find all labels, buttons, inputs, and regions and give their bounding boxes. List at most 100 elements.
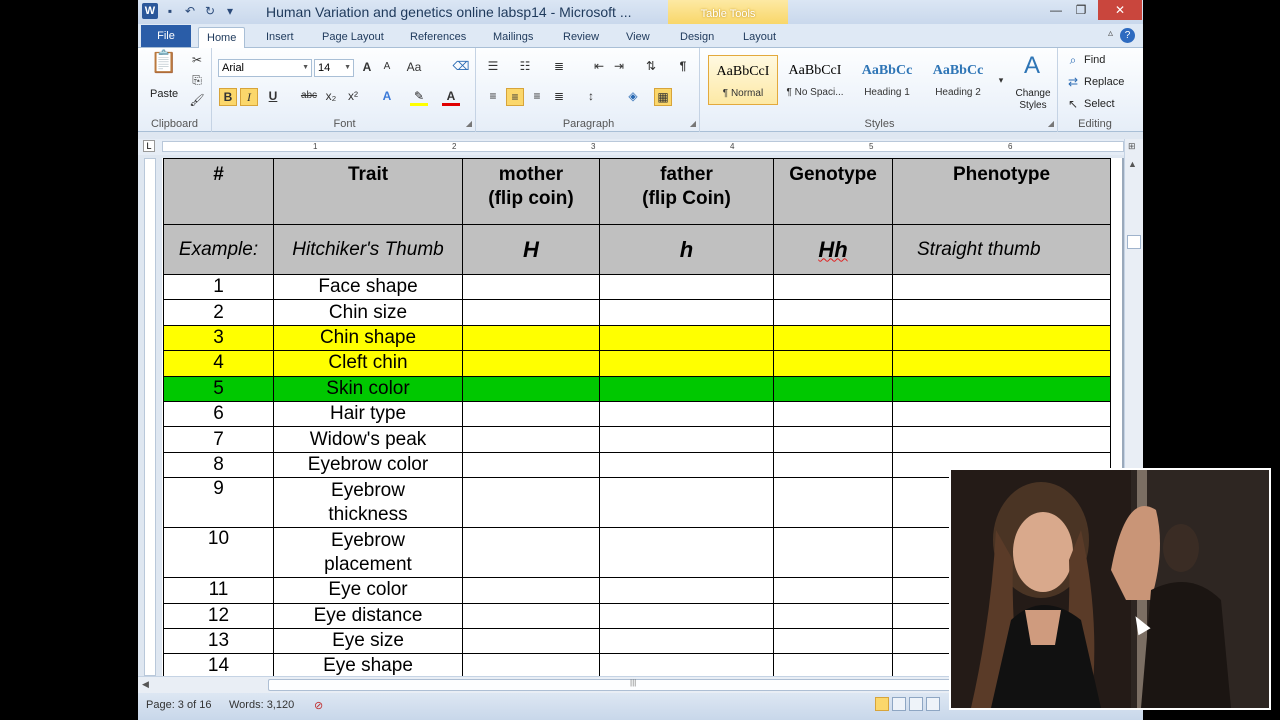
trait-cell[interactable]: Eyebrow color <box>273 451 463 479</box>
grow-font-icon[interactable]: A <box>358 59 376 77</box>
style-normal[interactable]: AaBbCcI ¶ Normal <box>708 55 778 105</box>
align-right-icon[interactable]: ≡ <box>528 88 546 106</box>
entry-cell[interactable] <box>599 477 774 529</box>
styles-more-icon[interactable]: ▾ <box>992 72 1010 90</box>
word-app-icon[interactable]: W <box>142 3 158 19</box>
entry-cell[interactable] <box>599 375 774 402</box>
entry-cell[interactable] <box>892 350 1111 377</box>
entry-cell[interactable] <box>773 527 893 579</box>
tab-review[interactable]: Review <box>555 27 607 48</box>
entry-cell[interactable] <box>462 627 600 655</box>
entry-cell[interactable] <box>462 527 600 579</box>
copy-icon[interactable]: ⎘ <box>188 72 206 90</box>
entry-cell[interactable] <box>773 602 893 629</box>
entry-cell[interactable] <box>462 375 600 402</box>
save-icon[interactable]: ▪ <box>162 3 178 19</box>
multilevel-list-icon[interactable]: ≣ <box>550 58 568 76</box>
trait-cell[interactable]: Eye size <box>273 627 463 655</box>
row-number-cell[interactable]: 3 <box>163 324 274 352</box>
tab-page-layout[interactable]: Page Layout <box>314 27 392 48</box>
proofing-icon[interactable]: ⊘ <box>314 699 323 712</box>
scroll-left-icon[interactable]: ◀ <box>142 679 149 690</box>
row-number-cell[interactable]: 4 <box>163 350 274 377</box>
print-layout-icon[interactable] <box>875 697 889 711</box>
trait-cell[interactable]: Eye distance <box>273 602 463 629</box>
cut-icon[interactable]: ✂ <box>188 52 206 70</box>
entry-cell[interactable] <box>599 273 774 301</box>
undo-icon[interactable]: ↶ <box>182 3 198 19</box>
shading-icon[interactable]: ◈ <box>624 88 642 106</box>
word-count[interactable]: Words: 3,120 <box>229 699 294 711</box>
entry-cell[interactable] <box>773 653 893 676</box>
tab-references[interactable]: References <box>402 27 474 48</box>
restore-button[interactable]: ❐ <box>1068 0 1094 20</box>
entry-cell[interactable] <box>599 350 774 377</box>
minimize-button[interactable]: — <box>1043 0 1069 20</box>
example-cell[interactable]: Hitchiker's Thumb <box>273 224 463 275</box>
example-cell[interactable]: Hh <box>773 224 893 275</box>
font-size-combo[interactable]: 14 ▼ <box>314 59 354 77</box>
select-button[interactable]: Select <box>1084 98 1115 110</box>
entry-cell[interactable] <box>462 653 600 676</box>
replace-button[interactable]: Replace <box>1084 76 1124 88</box>
italic-button[interactable]: I <box>240 88 258 106</box>
entry-cell[interactable] <box>599 426 774 453</box>
entry-cell[interactable] <box>773 477 893 529</box>
highlight-icon[interactable]: ✎ <box>410 88 428 106</box>
change-styles-icon[interactable]: A <box>1018 52 1046 82</box>
font-name-combo[interactable]: Arial ▼ <box>218 59 312 77</box>
entry-cell[interactable] <box>599 527 774 579</box>
bold-button[interactable]: B <box>219 88 237 106</box>
entry-cell[interactable] <box>462 477 600 529</box>
clear-formatting-icon[interactable]: ⌫ <box>452 58 470 76</box>
row-number-cell[interactable]: 14 <box>163 653 274 676</box>
page-count[interactable]: Page: 3 of 16 <box>146 699 211 711</box>
superscript-button[interactable]: x² <box>344 88 362 106</box>
header-cell[interactable]: Genotype <box>773 158 893 225</box>
entry-cell[interactable] <box>462 273 600 301</box>
line-spacing-icon[interactable]: ↕ <box>582 88 600 106</box>
style-heading-1[interactable]: AaBbCc Heading 1 <box>852 55 922 105</box>
entry-cell[interactable] <box>462 350 600 377</box>
header-cell[interactable]: Phenotype <box>892 158 1111 225</box>
example-cell[interactable]: Example: <box>163 224 274 275</box>
change-case-icon[interactable]: Aa <box>402 59 426 77</box>
scroll-up-icon[interactable]: ▲ <box>1128 159 1137 169</box>
horizontal-ruler[interactable]: L 1 2 3 4 5 6 <box>138 139 1143 155</box>
entry-cell[interactable] <box>599 577 774 604</box>
tab-layout[interactable]: Layout <box>735 27 784 48</box>
paste-button[interactable]: Paste <box>150 88 178 100</box>
help-icon[interactable]: ? <box>1120 28 1135 43</box>
entry-cell[interactable] <box>773 451 893 479</box>
row-number-cell[interactable]: 7 <box>163 426 274 453</box>
entry-cell[interactable] <box>462 602 600 629</box>
entry-cell[interactable] <box>773 400 893 428</box>
entry-cell[interactable] <box>892 299 1111 326</box>
trait-cell[interactable]: Chin size <box>273 299 463 326</box>
text-effects-icon[interactable]: A <box>378 88 396 106</box>
web-layout-icon[interactable] <box>909 697 923 711</box>
row-number-cell[interactable]: 11 <box>163 577 274 604</box>
tab-home[interactable]: Home <box>198 27 246 49</box>
header-cell[interactable]: # <box>163 158 274 225</box>
dialog-launcher-icon[interactable]: ◢ <box>690 119 696 128</box>
trait-cell[interactable]: Eye shape <box>273 653 463 676</box>
header-cell[interactable]: mother (flip coin) <box>462 158 600 225</box>
paste-icon[interactable]: 📋 <box>150 51 177 84</box>
trait-cell[interactable]: Skin color <box>273 375 463 402</box>
entry-cell[interactable] <box>599 451 774 479</box>
show-formatting-icon[interactable]: ¶ <box>674 58 692 76</box>
trait-cell[interactable]: Widow's peak <box>273 426 463 453</box>
entry-cell[interactable] <box>462 426 600 453</box>
row-number-cell[interactable]: 1 <box>163 273 274 301</box>
align-left-icon[interactable]: ≡ <box>484 88 502 106</box>
tab-selector[interactable]: L <box>143 140 155 152</box>
entry-cell[interactable] <box>462 451 600 479</box>
example-cell[interactable]: Straight thumb <box>892 224 1111 275</box>
entry-cell[interactable] <box>773 324 893 352</box>
row-number-cell[interactable]: 6 <box>163 400 274 428</box>
entry-cell[interactable] <box>462 324 600 352</box>
numbering-icon[interactable]: ☷ <box>516 58 534 76</box>
trait-cell[interactable]: Eye color <box>273 577 463 604</box>
customize-icon[interactable]: ⊞ <box>1128 141 1136 152</box>
